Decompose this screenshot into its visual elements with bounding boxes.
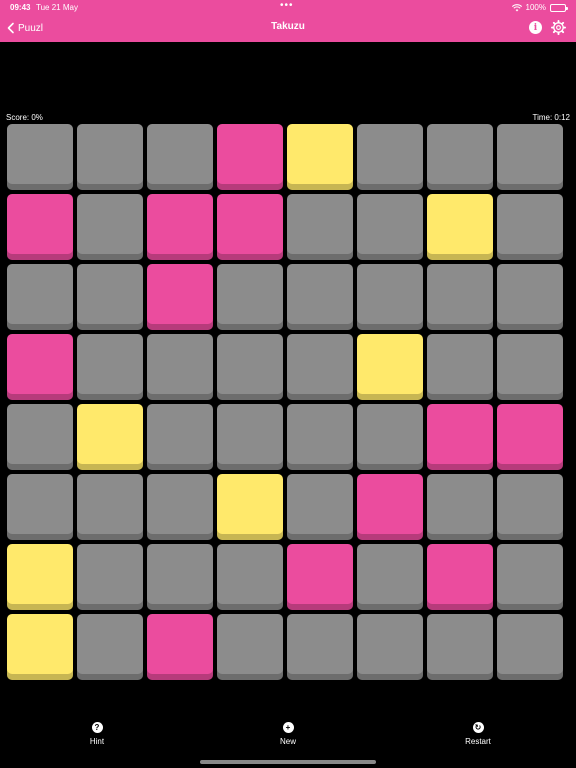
grid-cell[interactable] [7, 334, 73, 400]
grid-cell[interactable] [147, 614, 213, 680]
grid-cell[interactable] [287, 334, 353, 400]
info-button[interactable]: i [529, 21, 542, 34]
grid-cell[interactable] [77, 544, 143, 610]
grid-cell[interactable] [427, 194, 493, 260]
grid-cell[interactable] [427, 124, 493, 190]
question-icon: ? [91, 722, 103, 733]
grid-cell[interactable] [217, 404, 283, 470]
header-bar: 09:43 Tue 21 May ••• 100% Puuzl Takuzu i [0, 0, 576, 42]
grid-cell[interactable] [217, 334, 283, 400]
grid-cell[interactable] [357, 404, 423, 470]
grid-cell[interactable] [217, 614, 283, 680]
grid-cell[interactable] [497, 334, 563, 400]
multitasking-dots[interactable]: ••• [280, 0, 294, 11]
grid-cell[interactable] [427, 334, 493, 400]
new-game-button[interactable]: + New [248, 722, 328, 746]
wifi-icon [511, 3, 522, 11]
grid-cell[interactable] [147, 404, 213, 470]
grid-cell[interactable] [7, 194, 73, 260]
grid-cell[interactable] [357, 334, 423, 400]
grid-cell[interactable] [427, 404, 493, 470]
grid-cell[interactable] [497, 544, 563, 610]
grid-cell[interactable] [217, 264, 283, 330]
restart-icon: ↻ [472, 722, 484, 733]
grid-cell[interactable] [217, 124, 283, 190]
grid-cell[interactable] [287, 614, 353, 680]
restart-label: Restart [465, 737, 491, 746]
game-board [7, 124, 567, 684]
grid-cell[interactable] [217, 474, 283, 540]
grid-cell[interactable] [497, 474, 563, 540]
grid-cell[interactable] [7, 474, 73, 540]
battery-percent: 100% [525, 3, 546, 12]
grid-cell[interactable] [287, 194, 353, 260]
grid-cell[interactable] [77, 614, 143, 680]
grid-cell[interactable] [427, 264, 493, 330]
status-bar: 09:43 Tue 21 May ••• 100% [0, 0, 576, 14]
grid-cell[interactable] [357, 194, 423, 260]
grid-cell[interactable] [497, 614, 563, 680]
grid-cell[interactable] [147, 124, 213, 190]
grid-cell[interactable] [77, 404, 143, 470]
grid-cell[interactable] [7, 544, 73, 610]
score-label: Score: 0% [6, 113, 43, 122]
grid-cell[interactable] [77, 194, 143, 260]
grid-cell[interactable] [497, 264, 563, 330]
grid-cell[interactable] [7, 614, 73, 680]
grid-cell[interactable] [77, 474, 143, 540]
grid-cell[interactable] [147, 544, 213, 610]
gear-icon[interactable] [551, 20, 566, 35]
hint-button[interactable]: ? Hint [57, 722, 137, 746]
battery-icon [550, 3, 568, 12]
grid-cell[interactable] [287, 124, 353, 190]
grid-cell[interactable] [357, 474, 423, 540]
restart-button[interactable]: ↻ Restart [438, 722, 518, 746]
grid-cell[interactable] [357, 614, 423, 680]
grid-cell[interactable] [427, 544, 493, 610]
new-label: New [279, 737, 296, 746]
grid-cell[interactable] [287, 474, 353, 540]
grid-cell[interactable] [147, 474, 213, 540]
bottom-toolbar: ? Hint + New ↻ Restart [0, 718, 576, 754]
grid-cell[interactable] [7, 264, 73, 330]
grid-cell[interactable] [427, 614, 493, 680]
grid-cell[interactable] [287, 404, 353, 470]
grid-cell[interactable] [287, 544, 353, 610]
time-label: Time: 0:12 [532, 113, 571, 122]
nav-bar: Puuzl Takuzu i [0, 14, 576, 42]
status-right: 100% [511, 3, 568, 12]
grid-cell[interactable] [7, 404, 73, 470]
grid-cell[interactable] [147, 194, 213, 260]
home-indicator [200, 760, 376, 764]
status-time: 09:43 [10, 3, 31, 12]
grid-cell[interactable] [147, 264, 213, 330]
grid-cell[interactable] [287, 264, 353, 330]
grid-cell[interactable] [77, 124, 143, 190]
grid-cell[interactable] [7, 124, 73, 190]
grid-cell[interactable] [357, 264, 423, 330]
grid-cell[interactable] [357, 124, 423, 190]
grid-cell[interactable] [77, 264, 143, 330]
grid-cell[interactable] [427, 474, 493, 540]
grid-cell[interactable] [77, 334, 143, 400]
plus-icon: + [282, 722, 294, 733]
grid-cell[interactable] [497, 124, 563, 190]
grid-cell[interactable] [497, 194, 563, 260]
grid-cell[interactable] [357, 544, 423, 610]
page-title: Takuzu [271, 21, 305, 32]
grid-cell[interactable] [217, 194, 283, 260]
hint-label: Hint [89, 737, 105, 746]
status-date: Tue 21 May [36, 3, 78, 12]
grid-cell[interactable] [147, 334, 213, 400]
grid-cell[interactable] [497, 404, 563, 470]
grid-cell[interactable] [217, 544, 283, 610]
